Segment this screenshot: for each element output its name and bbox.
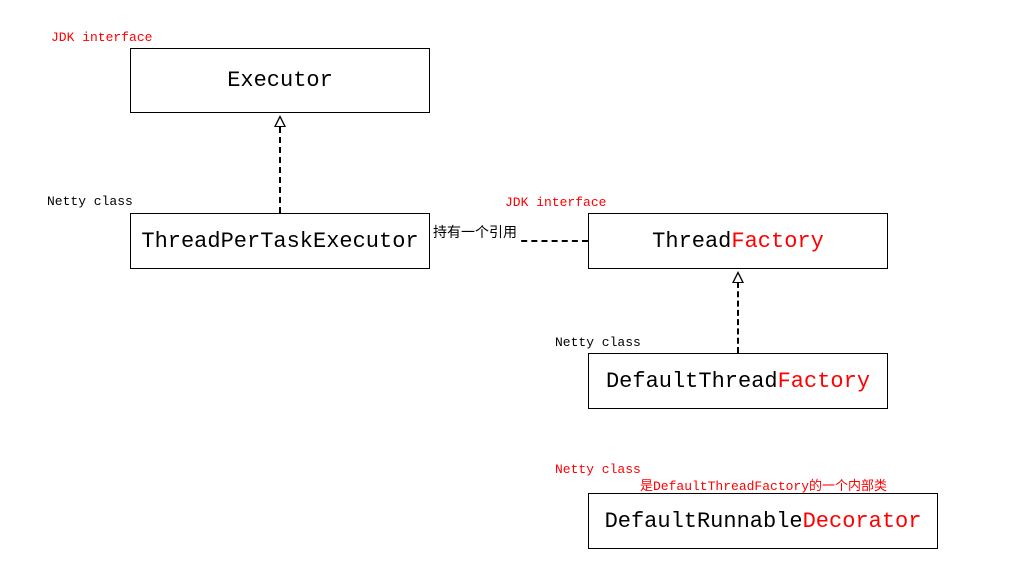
arrow-up-icon-1: [274, 115, 286, 127]
jdk-interface-label-2: JDK interface: [505, 195, 606, 210]
inner-class-note: 是DefaultThreadFactory的一个内部类: [640, 475, 887, 494]
arrow-up-icon-2: [732, 271, 744, 283]
executor-text: Executor: [227, 68, 333, 93]
thread-factory-prefix: Thread: [652, 229, 731, 254]
netty-class-label-1: Netty class: [47, 194, 133, 209]
default-thread-factory-box: DefaultThreadFactory: [588, 353, 888, 409]
netty-class-label-2: Netty class: [555, 335, 641, 350]
default-thread-factory-prefix: DefaultThread: [606, 369, 778, 394]
inherit-line-1: [279, 127, 281, 213]
executor-box: Executor: [130, 48, 430, 113]
thread-per-task-executor-box: ThreadPerTaskExecutor: [130, 213, 430, 269]
default-runnable-decorator-box: DefaultRunnableDecorator: [588, 493, 938, 549]
jdk-interface-label-1: JDK interface: [51, 30, 152, 45]
default-runnable-decorator-prefix: DefaultRunnable: [605, 509, 803, 534]
thread-factory-suffix: Factory: [731, 229, 823, 254]
has-reference-label: 持有一个引用: [430, 222, 520, 242]
inherit-line-2: [737, 282, 739, 353]
default-runnable-decorator-suffix: Decorator: [803, 509, 922, 534]
default-thread-factory-suffix: Factory: [778, 369, 870, 394]
netty-class-label-3: Netty class: [555, 462, 641, 477]
thread-factory-box: ThreadFactory: [588, 213, 888, 269]
thread-per-task-executor-text: ThreadPerTaskExecutor: [141, 229, 418, 254]
